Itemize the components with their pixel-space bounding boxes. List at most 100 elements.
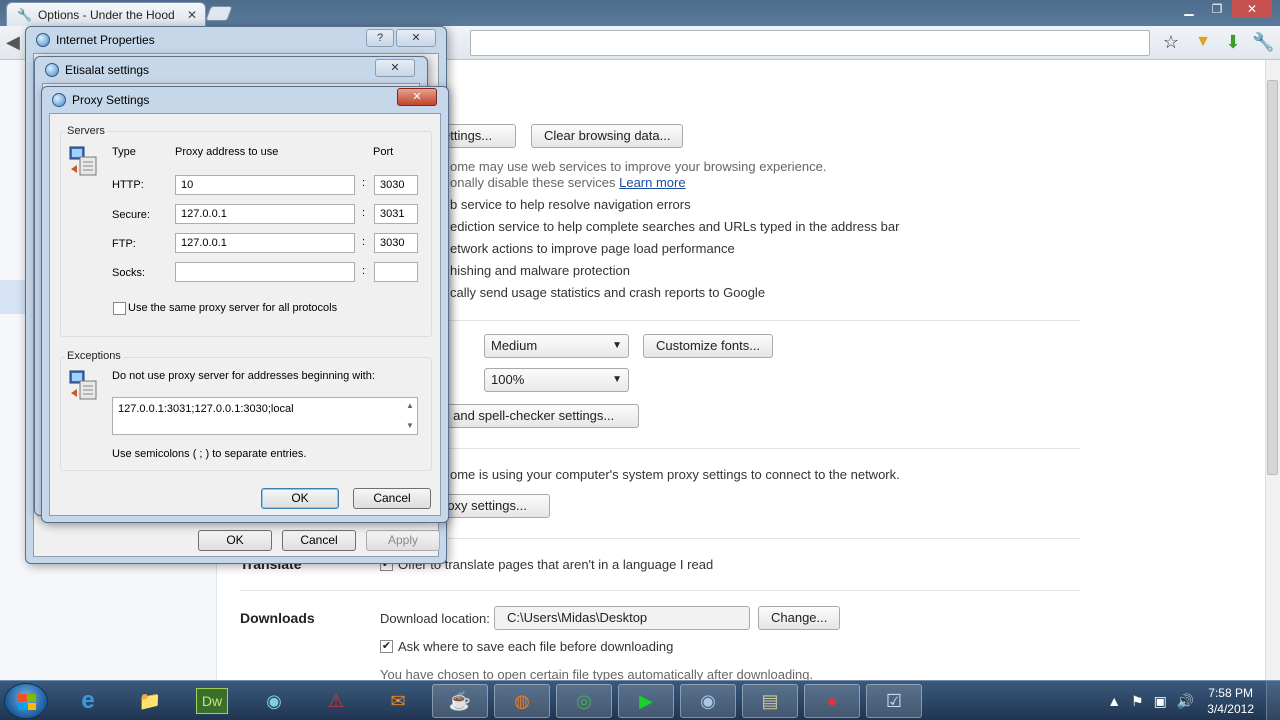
volume-icon[interactable]: 🔊	[1177, 693, 1194, 710]
dropdown-arrow-icon: ▼	[612, 374, 622, 385]
colon-separator: :	[362, 207, 366, 219]
download-arrow-icon[interactable]: ⬇	[1222, 31, 1244, 53]
dialog-title: Internet Properties	[56, 33, 155, 47]
cancel-button[interactable]: Cancel	[353, 488, 431, 509]
network-computer-icon	[69, 146, 97, 176]
maximize-icon[interactable]: ❐	[1204, 0, 1230, 18]
firefox-icon[interactable]: ◍	[494, 684, 550, 718]
minimize-icon[interactable]: ▁	[1176, 0, 1202, 18]
port-header: Port	[373, 146, 394, 158]
recorder-icon[interactable]: ●	[804, 684, 860, 718]
action-center-flag-icon[interactable]: ⚑	[1131, 693, 1144, 710]
exceptions-label: Exceptions	[65, 350, 123, 362]
option-prediction-service[interactable]: ediction service to help complete search…	[450, 219, 899, 234]
close-icon[interactable]: ✕	[397, 88, 437, 106]
chrome-icon[interactable]: ◎	[556, 684, 612, 718]
change-download-location-button[interactable]: Change...	[758, 606, 841, 630]
http-port-input[interactable]: 3030	[374, 175, 418, 195]
ok-button[interactable]: OK	[261, 488, 339, 509]
same-proxy-label: Use the same proxy server for all protoc…	[128, 302, 338, 314]
close-icon[interactable]: ✕	[396, 29, 436, 47]
dialog-title: Etisalat settings	[65, 63, 150, 77]
help-button[interactable]: ?	[366, 29, 394, 47]
windows-taskbar: e 📁 Dw ◉ ⚠ ✉ ☕ ◍ ◎ ▶ ◉ ▤ ● ☑ ▲ ⚑ ▣ 🔊 7:5…	[0, 680, 1280, 720]
clock-date: 3/4/2012	[1207, 702, 1254, 716]
globe-app-icon[interactable]: ◉	[680, 684, 736, 718]
wrench-menu-icon[interactable]: 🔧	[1252, 31, 1274, 53]
clock[interactable]: 7:58 PM 3/4/2012	[1207, 685, 1254, 717]
proxy-globe-icon	[52, 93, 66, 107]
page-zoom-select[interactable]: 100% ▼	[484, 368, 629, 392]
option-phishing-protection[interactable]: hishing and malware protection	[450, 263, 630, 278]
colon-separator: :	[362, 265, 366, 277]
start-button[interactable]	[4, 683, 48, 719]
privacy-description-2: onally disable these services Learn more	[450, 175, 686, 190]
ftp-address-input[interactable]: 127.0.0.1	[175, 233, 355, 253]
exceptions-textarea[interactable]: 127.0.0.1:3031;127.0.0.1:3030;local	[112, 397, 418, 435]
option-navigation-errors[interactable]: b service to help resolve navigation err…	[450, 197, 691, 212]
connection-globe-icon	[45, 63, 59, 77]
proxy-settings-dialog: Proxy Settings ✕ Servers Type Proxy addr…	[41, 86, 449, 523]
show-hidden-icons-arrow[interactable]: ▲	[1107, 693, 1121, 709]
customize-fonts-button[interactable]: Customize fonts...	[643, 334, 774, 358]
secure-label: Secure:	[112, 209, 150, 221]
show-desktop-button[interactable]	[1266, 681, 1280, 720]
apply-button[interactable]: Apply	[366, 530, 440, 551]
file-explorer-icon[interactable]: 📁	[122, 684, 178, 718]
tab-close-icon[interactable]: ✕	[187, 8, 197, 22]
downloads-heading: Downloads	[240, 610, 315, 626]
extension-v-icon[interactable]: ▼	[1192, 31, 1214, 53]
learn-more-link[interactable]: Learn more	[619, 175, 685, 190]
same-proxy-checkbox[interactable]	[113, 302, 126, 315]
cancel-button[interactable]: Cancel	[282, 530, 356, 551]
dialog-title: Proxy Settings	[72, 93, 150, 107]
new-tab-button[interactable]	[205, 6, 233, 21]
media-player-icon[interactable]: ▶	[618, 684, 674, 718]
socks-label: Socks:	[112, 267, 146, 279]
semicolons-note: Use semicolons ( ; ) to separate entries…	[112, 448, 307, 460]
scroll-up-icon[interactable]: ▲	[406, 401, 414, 410]
antivirus-icon[interactable]: ⚠	[308, 684, 364, 718]
java-icon[interactable]: ☕	[432, 684, 488, 718]
dropdown-arrow-icon: ▼	[612, 340, 622, 351]
windows-logo-icon	[18, 694, 36, 710]
section-divider	[240, 590, 1080, 591]
star-icon[interactable]: ☆	[1160, 31, 1182, 53]
internet-explorer-icon[interactable]: e	[60, 684, 116, 718]
close-window-icon[interactable]: ✕	[1232, 0, 1272, 18]
socks-port-input[interactable]	[374, 262, 418, 282]
ask-where-save-checkbox[interactable]: ✔	[380, 640, 393, 653]
notebook-icon[interactable]: ▤	[742, 684, 798, 718]
scroll-down-icon[interactable]: ▼	[406, 421, 414, 430]
browser-tab[interactable]: 🔧 Options - Under the Hood ✕	[6, 2, 206, 26]
secure-port-input[interactable]: 3031	[374, 204, 418, 224]
languages-spellcheck-button[interactable]: s and spell-checker settings...	[430, 404, 639, 428]
control-panel-icon[interactable]: ☑	[866, 684, 922, 718]
option-usage-statistics[interactable]: cally send usage statistics and crash re…	[450, 285, 765, 300]
secure-address-input[interactable]: 127.0.0.1	[175, 204, 355, 224]
ftp-port-input[interactable]: 3030	[374, 233, 418, 253]
font-size-select[interactable]: Medium ▼	[484, 334, 629, 358]
wrench-icon: 🔧	[17, 7, 32, 22]
ask-where-save-label: Ask where to save each file before downl…	[398, 639, 674, 654]
type-header: Type	[112, 146, 136, 158]
option-predict-network[interactable]: etwork actions to improve page load perf…	[450, 241, 735, 256]
ftp-label: FTP:	[112, 238, 136, 250]
network-tray-icon[interactable]: ▣	[1154, 693, 1167, 710]
close-icon[interactable]: ✕	[375, 59, 415, 77]
clear-browsing-data-button[interactable]: Clear browsing data...	[531, 124, 684, 148]
dreamweaver-icon[interactable]: Dw	[184, 684, 240, 718]
address-bar[interactable]	[470, 30, 1150, 56]
internet-globe-icon	[36, 33, 50, 47]
download-location-field[interactable]: C:\Users\Midas\Desktop	[494, 606, 750, 630]
system-tray: ▲ ⚑ ▣ 🔊 7:58 PM 3/4/2012	[1102, 681, 1280, 720]
http-address-input[interactable]: 10	[175, 175, 355, 195]
network-description: ome is using your computer's system prox…	[450, 467, 900, 482]
ok-button[interactable]: OK	[198, 530, 272, 551]
scrollbar-thumb[interactable]	[1267, 80, 1278, 475]
network-app-icon[interactable]: ◉	[246, 684, 302, 718]
socks-address-input[interactable]	[175, 262, 355, 282]
back-arrow-icon[interactable]: ◀	[6, 32, 20, 53]
mail-icon[interactable]: ✉	[370, 684, 426, 718]
colon-separator: :	[362, 236, 366, 248]
